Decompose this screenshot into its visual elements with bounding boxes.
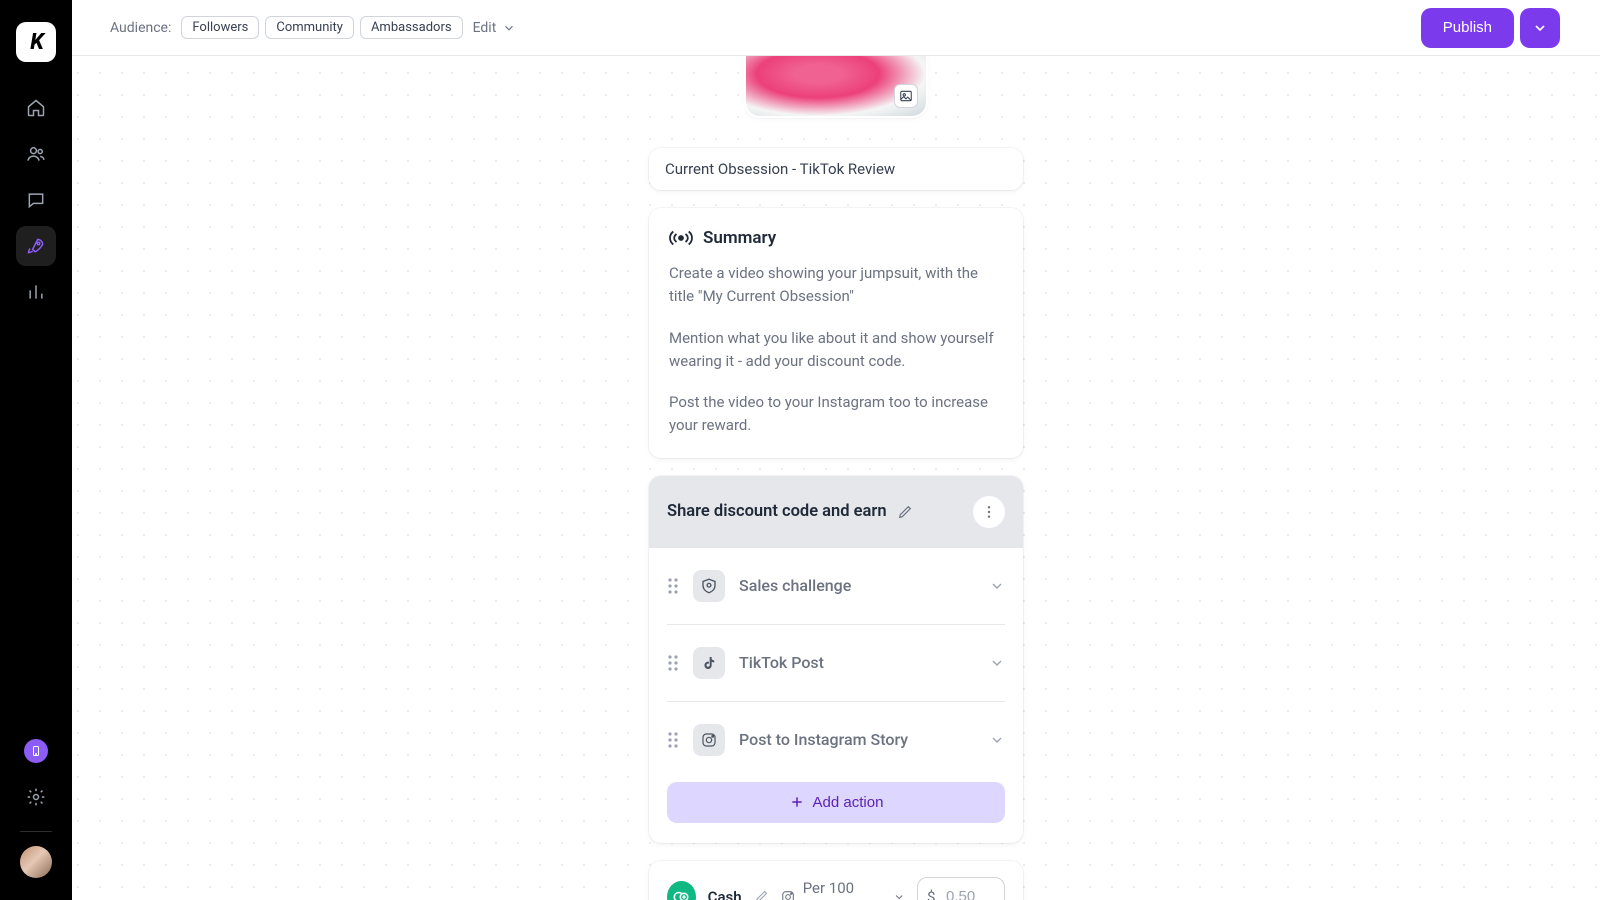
audience-tag-ambassadors[interactable]: Ambassadors <box>360 16 463 39</box>
bar-chart-icon <box>26 282 46 302</box>
actions-more-button[interactable] <box>973 496 1005 528</box>
actions-card: Share discount code and earn Sales chal <box>649 476 1023 843</box>
sidebar-nav <box>0 88 72 312</box>
audience-label: Audience: <box>110 20 171 36</box>
add-action-label: Add action <box>813 794 884 811</box>
dollar-icon: $ <box>927 888 935 900</box>
topbar: Audience: Followers Community Ambassador… <box>72 0 1600 56</box>
action-row-instagram-story[interactable]: Post to Instagram Story <box>667 702 1005 778</box>
action-label: Sales challenge <box>739 576 851 595</box>
reward-amount-wrap: $ <box>917 877 1005 900</box>
shield-icon <box>693 570 725 602</box>
summary-card: Summary Create a video showing your jump… <box>649 208 1023 458</box>
sidebar-item-analytics[interactable] <box>16 272 56 312</box>
edit-heading-button[interactable] <box>897 504 913 520</box>
reward-metric-label: Per 100 views <box>803 879 885 900</box>
plus-icon <box>789 794 805 810</box>
publish-button[interactable]: Publish <box>1421 8 1514 48</box>
rocket-icon <box>26 236 46 256</box>
chevron-down-icon <box>989 732 1005 748</box>
change-image-button[interactable] <box>894 84 918 108</box>
dots-vertical-icon <box>981 504 997 520</box>
cash-icon <box>672 888 690 900</box>
sidebar-item-home[interactable] <box>16 88 56 128</box>
summary-paragraph: Post the video to your Instagram too to … <box>669 391 1003 438</box>
pencil-icon <box>754 889 769 900</box>
editor-column: Current Obsession - TikTok Review Summar… <box>649 148 1023 900</box>
drag-icon <box>667 731 679 749</box>
sidebar-item-campaigns[interactable] <box>16 226 56 266</box>
reward-card: Cash Per 100 views $ <box>649 861 1023 900</box>
people-icon <box>26 144 46 164</box>
expand-action-button[interactable] <box>989 655 1005 671</box>
chevron-down-icon <box>989 655 1005 671</box>
pencil-icon <box>897 504 913 520</box>
drag-icon <box>667 654 679 672</box>
sidebar-divider <box>20 831 52 832</box>
action-list: Sales challenge TikTok Post <box>649 548 1023 778</box>
action-row-sales-challenge[interactable]: Sales challenge <box>667 548 1005 625</box>
publish-dropdown-button[interactable] <box>1520 8 1560 48</box>
sidebar-item-people[interactable] <box>16 134 56 174</box>
audience-edit-link[interactable]: Edit <box>473 20 517 36</box>
cash-badge <box>667 881 696 900</box>
sidebar-item-chat[interactable] <box>16 180 56 220</box>
brand-logo[interactable]: K <box>16 22 56 62</box>
audience-tag-community[interactable]: Community <box>265 16 354 39</box>
sidebar: K <box>0 0 72 900</box>
drag-handle[interactable] <box>667 731 679 749</box>
chat-icon <box>26 190 46 210</box>
action-row-tiktok-post[interactable]: TikTok Post <box>667 625 1005 702</box>
broadcast-icon <box>669 228 693 248</box>
mobile-preview-button[interactable] <box>24 739 48 763</box>
actions-header: Share discount code and earn <box>649 476 1023 548</box>
logo-glyph: K <box>30 30 42 55</box>
image-icon <box>899 89 913 103</box>
hero-image-preview <box>746 56 926 116</box>
drag-handle[interactable] <box>667 654 679 672</box>
actions-heading: Share discount code and earn <box>667 502 887 521</box>
sidebar-item-settings[interactable] <box>16 777 56 817</box>
expand-action-button[interactable] <box>989 578 1005 594</box>
tiktok-icon <box>693 647 725 679</box>
instagram-icon <box>693 724 725 756</box>
reward-metric-selector[interactable]: Per 100 views <box>781 879 905 900</box>
summary-body[interactable]: Create a video showing your jumpsuit, wi… <box>669 262 1003 438</box>
chevron-down-icon <box>1532 20 1548 36</box>
user-avatar[interactable] <box>20 846 52 878</box>
chevron-down-icon <box>502 21 516 35</box>
editor-canvas[interactable]: Current Obsession - TikTok Review Summar… <box>72 56 1600 900</box>
chevron-down-icon <box>893 890 905 900</box>
summary-heading: Summary <box>703 228 776 248</box>
action-label: TikTok Post <box>739 653 824 672</box>
chevron-down-icon <box>989 578 1005 594</box>
instagram-icon <box>781 889 795 900</box>
reward-type-label: Cash <box>708 888 742 900</box>
gear-icon <box>26 787 46 807</box>
campaign-title-field[interactable]: Current Obsession - TikTok Review <box>649 148 1023 190</box>
expand-action-button[interactable] <box>989 732 1005 748</box>
home-icon <box>26 98 46 118</box>
audience-tag-followers[interactable]: Followers <box>181 16 259 39</box>
add-action-button[interactable]: Add action <box>667 782 1005 823</box>
edit-link-label: Edit <box>473 20 497 36</box>
action-label: Post to Instagram Story <box>739 730 908 749</box>
summary-paragraph: Mention what you like about it and show … <box>669 327 1003 374</box>
sidebar-bottom <box>0 739 72 878</box>
summary-paragraph: Create a video showing your jumpsuit, wi… <box>669 262 1003 309</box>
phone-icon <box>30 745 42 757</box>
drag-handle[interactable] <box>667 577 679 595</box>
edit-reward-button[interactable] <box>754 889 769 900</box>
drag-icon <box>667 577 679 595</box>
